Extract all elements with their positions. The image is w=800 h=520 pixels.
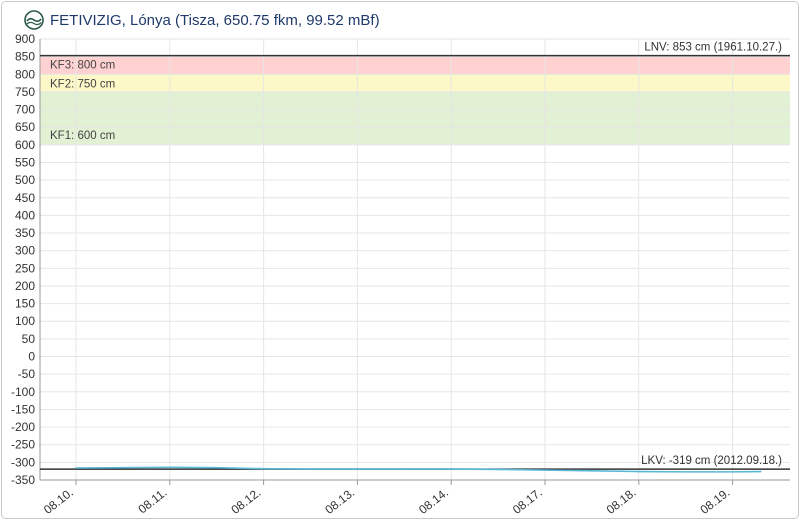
extreme-label-2: LKV: -319 cm (2012.09.18.) [641,455,782,467]
x-tick-label: 08.12. [229,485,264,517]
alert-band-1 [40,55,790,75]
x-tick-label: 08.19. [698,485,733,517]
series-point [450,468,453,470]
y-tick-label: 150 [15,297,35,311]
x-tick-label: 08.11. [135,485,169,516]
water-level-chart: 9008508007507006506005505004504003503002… [11,32,790,517]
extreme-label-1: LNV: 853 cm (1961.10.27.) [644,42,782,54]
y-tick-label: 50 [22,332,36,346]
x-tick-label: 08.14. [416,485,451,517]
y-tick-label: 250 [15,261,35,275]
y-tick-label: -250 [11,438,35,452]
series-point [122,466,124,469]
series-point [309,468,312,470]
x-tick-label: 08.17. [510,485,545,517]
y-tick-label: -300 [11,455,35,469]
series-point [544,469,546,471]
y-tick-label: -200 [11,420,35,434]
band-label-3: KF1: 600 cm [50,130,115,142]
x-tick-label: 08.10. [41,485,76,517]
y-tick-label: 300 [15,244,35,258]
series-point [75,467,77,469]
x-tick-label: 08.13. [322,485,357,517]
band-label-1: KF3: 800 cm [50,60,115,72]
y-tick-label: 450 [15,191,35,205]
y-tick-label: 200 [15,279,35,293]
y-tick-label: 800 [15,67,35,81]
alert-band-3 [40,91,790,145]
series-point [356,468,359,470]
series-point [215,466,218,469]
y-tick-label: 750 [15,85,35,99]
x-tick-label: 08.18. [604,485,639,517]
y-tick-label: 700 [15,103,35,117]
y-tick-label: -50 [18,367,36,381]
y-tick-label: 500 [15,173,35,187]
y-tick-label: 650 [15,120,35,134]
y-tick-label: -100 [11,385,35,399]
series-point [731,471,734,473]
band-label-2: KF2: 750 cm [50,78,115,90]
series-point [169,466,171,469]
series-point [497,468,499,471]
series-point [684,471,687,473]
y-tick-label: -150 [11,402,35,416]
series-point [638,470,640,473]
y-tick-label: 400 [15,208,35,222]
y-tick-label: 550 [15,155,35,169]
alert-band-2 [40,74,790,92]
y-tick-label: 900 [15,32,35,46]
series-point [591,470,593,472]
series-point [262,467,265,470]
y-tick-label: 850 [15,50,35,64]
y-tick-label: 100 [15,314,35,328]
y-tick-label: 600 [15,138,35,152]
y-tick-label: 350 [15,226,35,240]
y-tick-label: -350 [11,473,35,487]
series-point [759,470,762,473]
series-point [403,468,406,470]
y-tick-label: 0 [28,350,35,364]
